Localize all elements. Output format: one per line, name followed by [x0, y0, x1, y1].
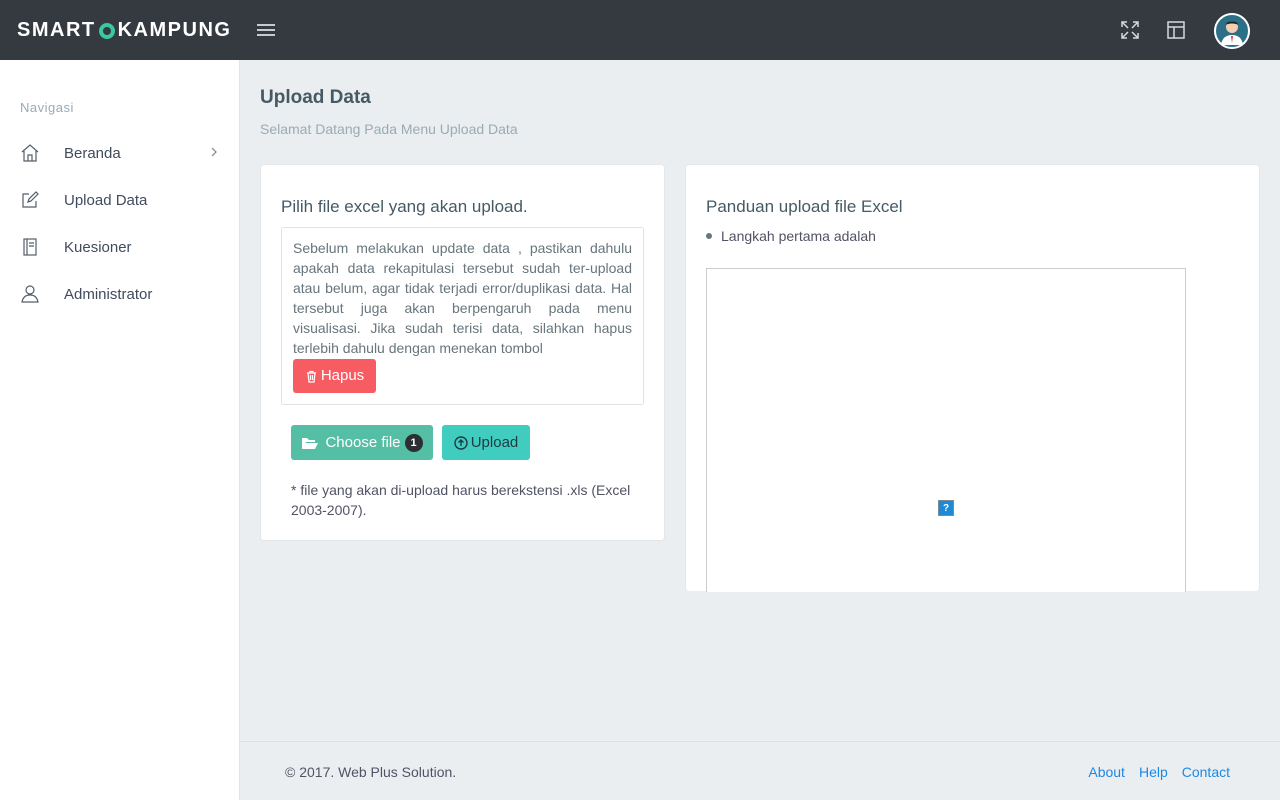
broken-image-icon: ?	[938, 500, 954, 516]
brand-logo[interactable]: SMART KAMPUNG	[17, 17, 231, 43]
folder-open-icon	[302, 437, 319, 449]
sidebar: Navigasi Beranda Upload Data Kuesioner A…	[0, 60, 240, 800]
user-avatar[interactable]	[1214, 13, 1250, 49]
choose-file-button[interactable]: Choose file 1	[291, 425, 433, 460]
footer: © 2017. Web Plus Solution. About Help Co…	[240, 741, 1280, 800]
footer-link-about[interactable]: About	[1088, 764, 1125, 780]
top-bar: SMART KAMPUNG	[0, 0, 1280, 60]
sidebar-item-beranda[interactable]: Beranda	[20, 135, 225, 171]
sidebar-item-label: Administrator	[64, 285, 153, 303]
delete-button-label: Hapus	[320, 367, 365, 384]
choose-file-label: Choose file	[325, 434, 401, 451]
home-icon	[20, 143, 52, 163]
nav-header: Navigasi	[20, 100, 74, 115]
guide-image-frame: ?	[706, 268, 1186, 592]
upload-button[interactable]: Upload	[442, 425, 530, 460]
sidebar-item-upload-data[interactable]: Upload Data	[20, 182, 225, 218]
bullet-icon	[706, 233, 712, 239]
guide-card: Panduan upload file Excel Langkah pertam…	[685, 164, 1260, 592]
page-title: Upload Data	[260, 87, 371, 108]
page-subtitle: Selamat Datang Pada Menu Upload Data	[260, 121, 518, 137]
sidebar-item-label: Upload Data	[64, 191, 148, 209]
sidebar-item-kuesioner[interactable]: Kuesioner	[20, 229, 225, 265]
upload-notice: Sebelum melakukan update data , pastikan…	[281, 227, 644, 405]
fullscreen-icon[interactable]	[1118, 18, 1142, 42]
guide-step: Langkah pertama adalah	[706, 228, 876, 244]
file-extension-note: * file yang akan di-upload harus berekst…	[291, 482, 631, 518]
upload-button-label: Upload	[470, 434, 519, 451]
footer-links: About Help Contact	[1088, 764, 1230, 780]
layout-icon[interactable]	[1164, 18, 1188, 42]
brand-dot-icon	[98, 23, 115, 39]
edit-icon	[20, 190, 52, 210]
delete-button[interactable]: Hapus	[293, 359, 376, 393]
sidebar-item-label: Kuesioner	[64, 238, 132, 256]
hamburger-menu-icon[interactable]	[257, 21, 275, 39]
upload-arrow-icon	[454, 435, 468, 450]
copyright-text: © 2017. Web Plus Solution.	[285, 764, 457, 780]
footer-link-help[interactable]: Help	[1139, 764, 1168, 780]
upload-notice-text: Sebelum melakukan update data , pastikan…	[293, 240, 632, 356]
upload-card: Pilih file excel yang akan upload. Sebel…	[260, 164, 665, 541]
chevron-right-icon	[209, 145, 219, 164]
upload-card-title: Pilih file excel yang akan upload.	[281, 197, 528, 216]
book-icon	[20, 237, 52, 257]
sidebar-item-administrator[interactable]: Administrator	[20, 276, 225, 312]
brand-text-left: SMART	[17, 18, 96, 41]
guide-step-text: Langkah pertama adalah	[721, 228, 876, 244]
sidebar-item-label: Beranda	[64, 144, 121, 162]
user-icon	[20, 284, 52, 304]
trash-icon	[306, 370, 316, 383]
guide-card-title: Panduan upload file Excel	[706, 197, 903, 216]
footer-link-contact[interactable]: Contact	[1182, 764, 1230, 780]
file-count-badge: 1	[404, 433, 423, 452]
brand-text-right: KAMPUNG	[117, 18, 232, 41]
